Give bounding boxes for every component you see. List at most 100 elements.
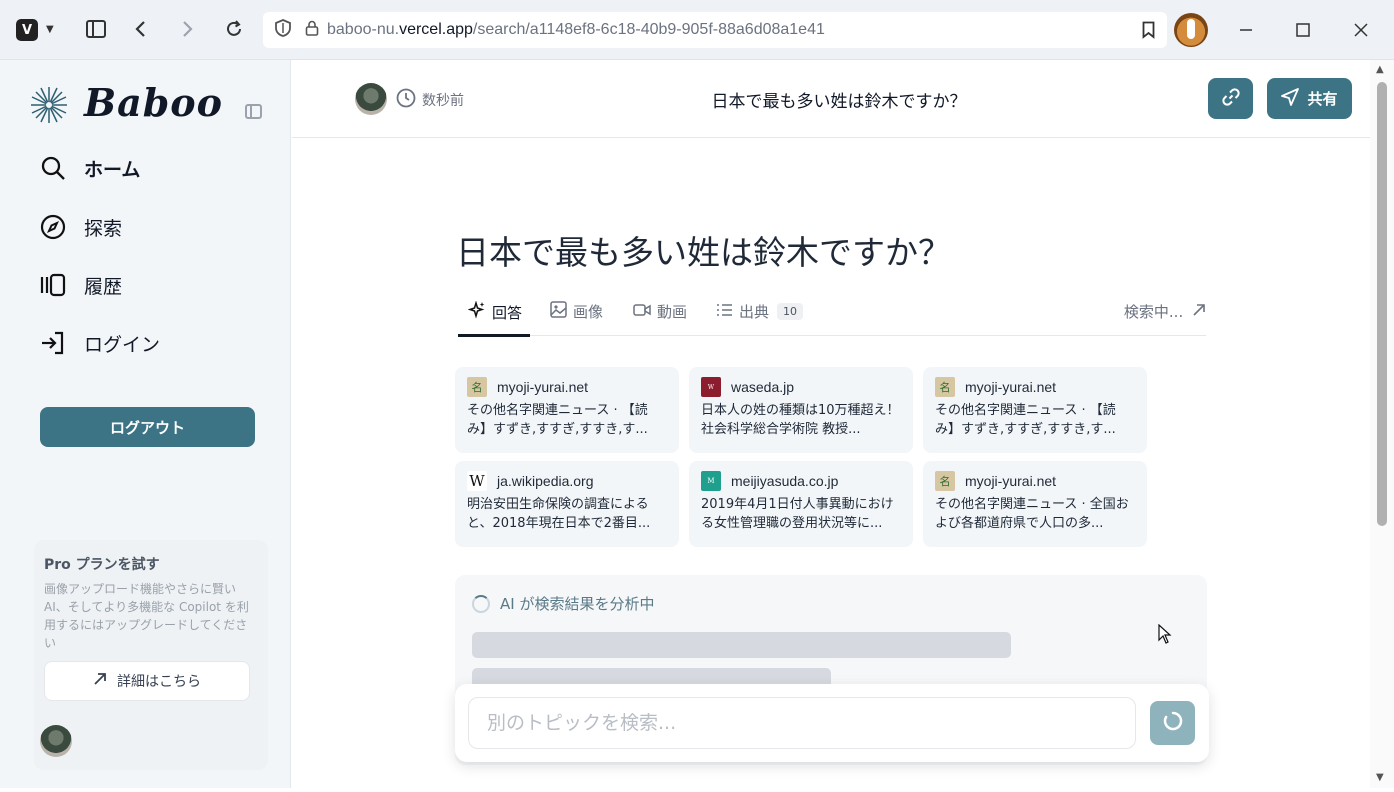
tab-videos-label: 動画	[657, 303, 688, 321]
result-tabs: 回答 画像 動画 出典 10 検索中...	[458, 294, 1206, 337]
share-button[interactable]: 共有	[1267, 78, 1352, 119]
scroll-up-icon[interactable]: ▲	[1376, 64, 1384, 75]
mouse-cursor-icon	[1158, 624, 1172, 644]
source-domain: waseda.jp	[731, 379, 795, 395]
browser-toolbar: V ▼ baboo-nu.vercel.app/search/a1148ef8-…	[0, 0, 1394, 60]
source-card[interactable]: Wja.wikipedia.org 明治安田生命保険の調査によると、2018年現…	[455, 461, 679, 547]
forward-icon[interactable]	[172, 14, 202, 44]
close-icon[interactable]	[1347, 16, 1375, 44]
brand-logo[interactable]: Baboo	[84, 80, 223, 125]
sidebar-collapse-icon[interactable]	[245, 104, 262, 119]
source-domain: myoji-yurai.net	[497, 379, 589, 395]
myoji-favicon-icon: 名	[467, 377, 487, 397]
lock-icon	[305, 20, 319, 40]
nav-history[interactable]: 履歴	[38, 267, 122, 303]
back-icon[interactable]	[126, 14, 156, 44]
waseda-favicon-icon: W	[701, 377, 721, 397]
loading-spinner-icon	[1162, 710, 1184, 736]
address-bar[interactable]: baboo-nu.vercel.app/search/a1148ef8-6c18…	[263, 12, 1167, 48]
tab-answer-label: 回答	[492, 303, 523, 322]
source-card[interactable]: Wwaseda.jp 日本人の姓の種類は10万種超え！ 社会科学総合学術院 教授…	[689, 367, 913, 453]
pro-plan-title: Pro プランを試す	[44, 557, 160, 573]
searching-label: 検索中...	[1123, 303, 1184, 321]
source-domain: ja.wikipedia.org	[497, 473, 594, 489]
searching-status[interactable]: 検索中...	[1124, 301, 1206, 322]
chevron-down-icon[interactable]: ▼	[46, 24, 54, 35]
nav-explore[interactable]: 探索	[38, 209, 122, 245]
url-text: baboo-nu.vercel.app/search/a1148ef8-6c18…	[327, 21, 825, 38]
nav-home[interactable]: ホーム	[38, 150, 140, 186]
followup-search-panel	[455, 684, 1209, 762]
maximize-icon[interactable]	[1289, 16, 1317, 44]
source-snippet: 2019年4月1日付人事異動における女性管理職の登用状況等に...	[701, 497, 894, 531]
scroll-down-icon[interactable]: ▼	[1376, 772, 1384, 783]
user-avatar[interactable]	[40, 725, 72, 757]
learn-more-label: 詳細はこちら	[117, 674, 201, 690]
video-icon	[633, 303, 651, 321]
learn-more-button[interactable]: 詳細はこちら	[44, 661, 250, 701]
loading-spinner-icon	[472, 594, 490, 613]
followup-search-input[interactable]	[468, 697, 1136, 749]
source-card[interactable]: 名 myoji-yurai.net その他名字関連ニュース · 【読み】すずき,す…	[923, 367, 1147, 453]
tab-sources-label: 出典	[739, 303, 770, 321]
scroll-thumb[interactable]	[1377, 82, 1387, 526]
active-tab-indicator	[458, 334, 530, 337]
source-snippet: その他名字関連ニュース · 全国および各都道府県で人口の多...	[935, 497, 1129, 531]
source-card[interactable]: 名 myoji-yurai.net その他名字関連ニュース · 【読み】すずき,す…	[455, 367, 679, 453]
history-icon	[38, 270, 68, 300]
page-header: 数秒前 日本で最も多い姓は鈴木ですか？ 共有	[292, 60, 1370, 138]
reload-icon[interactable]	[219, 14, 249, 44]
bookmark-icon[interactable]	[1142, 21, 1155, 43]
meiji-favicon-icon: M	[701, 471, 721, 491]
source-snippet: その他名字関連ニュース · 【読み】すずき,すすぎ,すすき,す...	[467, 403, 648, 437]
arrow-up-right-icon	[93, 672, 107, 690]
arrow-up-right-icon	[1192, 303, 1206, 321]
shield-icon[interactable]	[275, 19, 291, 41]
compass-icon	[38, 212, 68, 242]
profile-avatar-icon[interactable]	[1174, 13, 1208, 47]
link-icon	[1221, 87, 1241, 111]
nav-home-label: ホーム	[84, 158, 141, 181]
send-icon	[1281, 87, 1300, 110]
panel-toggle-icon[interactable]	[81, 14, 111, 44]
skeleton-line	[472, 632, 1011, 658]
source-domain: myoji-yurai.net	[965, 473, 1057, 489]
wikipedia-favicon-icon: W	[467, 471, 487, 491]
tab-videos[interactable]: 動画	[633, 301, 687, 322]
logout-button[interactable]: ログアウト	[40, 407, 255, 447]
pro-plan-card: Pro プランを試す 画像アップロード機能やさらに賢い AI、そしてより多機能な…	[34, 540, 268, 770]
nav-explore-label: 探索	[84, 217, 123, 240]
question-title: 日本で最も多い姓は鈴木ですか？	[456, 233, 951, 272]
source-card[interactable]: Mmeijiyasuda.co.jp 2019年4月1日付人事異動における女性管…	[689, 461, 913, 547]
source-snippet: 日本人の姓の種類は10万種超え！ 社会科学総合学術院 教授...	[701, 403, 900, 437]
share-label: 共有	[1307, 90, 1338, 108]
myoji-favicon-icon: 名	[935, 471, 955, 491]
ai-status: AI が検索結果を分析中	[472, 593, 654, 614]
vivaldi-menu-icon[interactable]: V	[16, 19, 38, 41]
tab-images[interactable]: 画像	[550, 301, 603, 322]
nav-login-label: ログイン	[84, 333, 161, 356]
login-icon	[38, 328, 68, 358]
nav-login[interactable]: ログイン	[38, 325, 160, 361]
source-snippet: その他名字関連ニュース · 【読み】すずき,すすぎ,すすき,す...	[935, 403, 1116, 437]
pro-plan-description: 画像アップロード機能やさらに賢い AI、そしてより多機能な Copilot を利…	[44, 582, 249, 650]
source-snippet: 明治安田生命保険の調査によると、2018年現在日本で2番目...	[467, 497, 651, 531]
sidebar: Baboo ホーム 探索 履歴 ログイン ログアウト Pro プランを試す 画像…	[0, 60, 291, 788]
tab-answer[interactable]: 回答	[467, 300, 523, 323]
tab-sources[interactable]: 出典 10	[716, 301, 804, 322]
search-icon	[38, 153, 68, 183]
ai-status-text: AI が検索結果を分析中	[500, 595, 655, 613]
minimize-icon[interactable]	[1232, 16, 1260, 44]
myoji-favicon-icon: 名	[935, 377, 955, 397]
submit-button[interactable]	[1150, 701, 1195, 745]
source-card[interactable]: 名 myoji-yurai.net その他名字関連ニュース · 全国および各都道府…	[923, 461, 1147, 547]
source-domain: myoji-yurai.net	[965, 379, 1057, 395]
copy-link-button[interactable]	[1208, 78, 1253, 119]
page-scrollbar[interactable]: ▲ ▼	[1370, 60, 1394, 788]
sources-count-badge: 10	[777, 303, 804, 320]
tab-images-label: 画像	[573, 303, 604, 321]
list-icon	[716, 303, 733, 321]
sparkle-icon	[467, 300, 486, 323]
logo-icon	[31, 87, 67, 123]
image-icon	[550, 301, 567, 322]
